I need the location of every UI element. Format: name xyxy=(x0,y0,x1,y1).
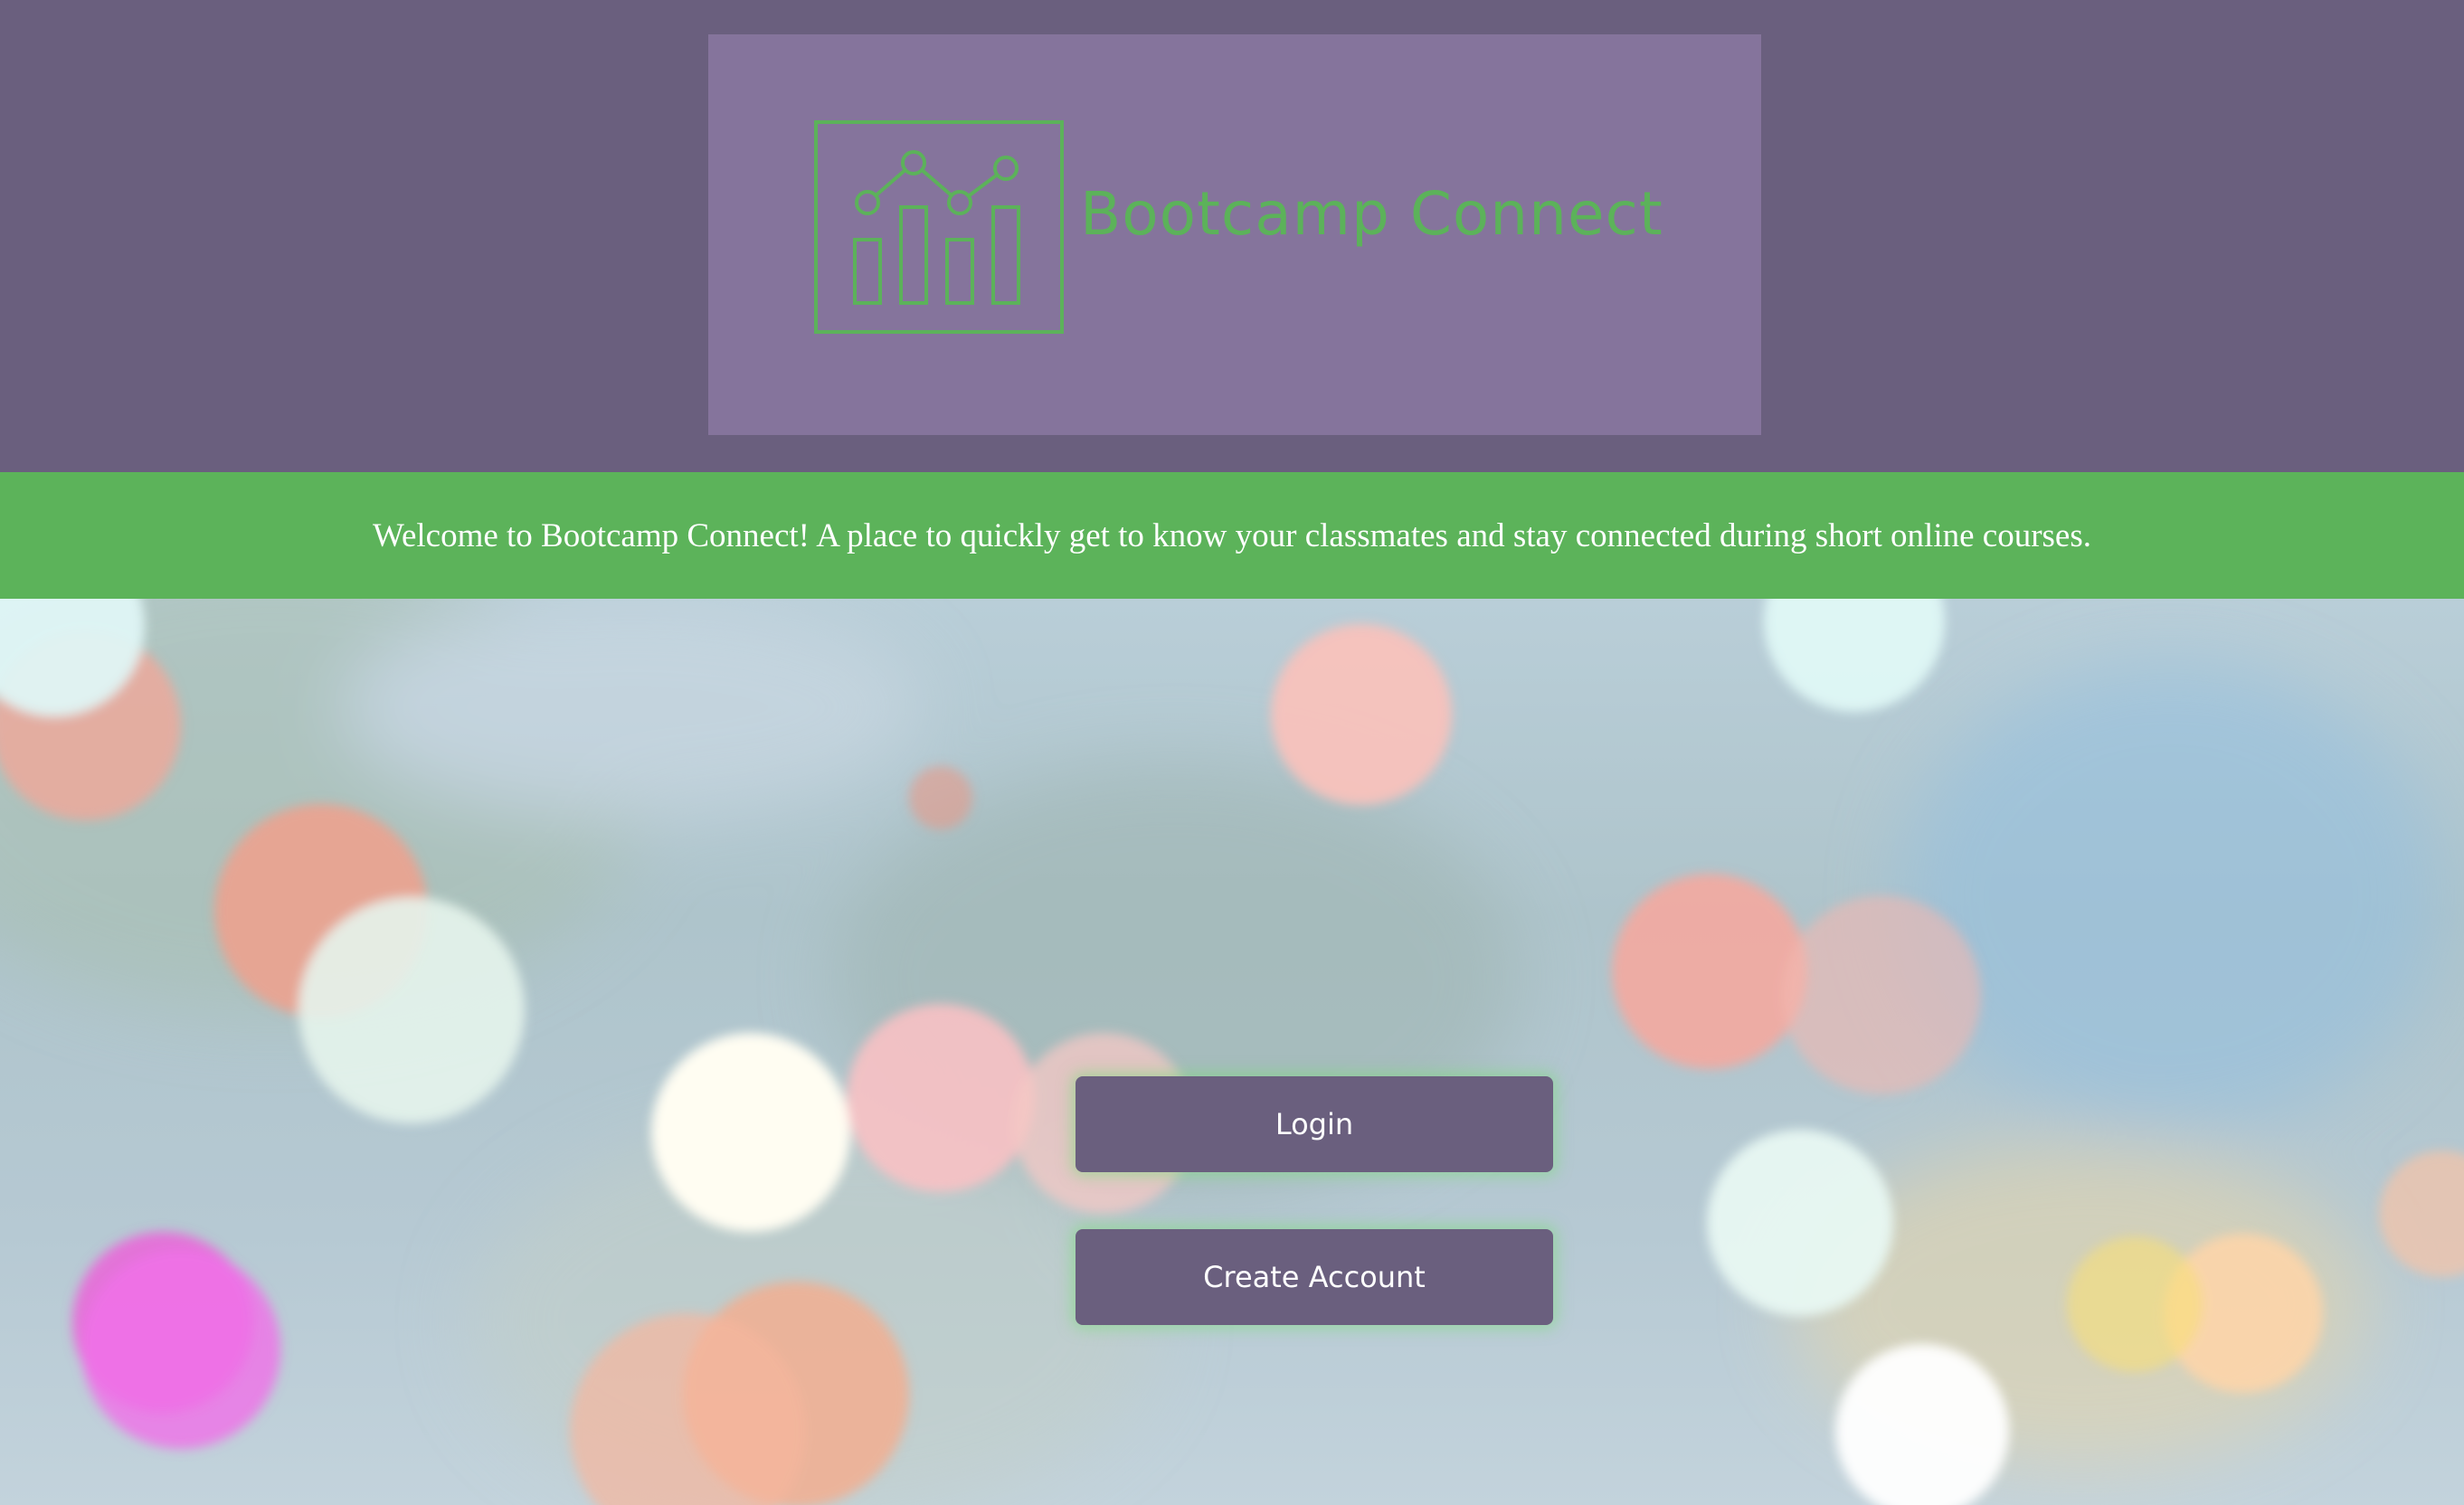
hero-background: Login Create Account xyxy=(0,599,2464,1505)
logo-banner: Bootcamp Connect xyxy=(708,34,1761,435)
login-button[interactable]: Login xyxy=(1076,1076,1553,1172)
brand-name: Bootcamp Connect xyxy=(1080,179,1663,249)
site-header: Bootcamp Connect xyxy=(0,0,2464,472)
create-account-button[interactable]: Create Account xyxy=(1076,1229,1553,1325)
welcome-message: Welcome to Bootcamp Connect! A place to … xyxy=(372,516,2091,554)
welcome-banner: Welcome to Bootcamp Connect! A place to … xyxy=(0,472,2464,599)
line-and-bar-chart-icon xyxy=(814,120,1064,334)
bokeh-background-image xyxy=(0,599,2464,1505)
